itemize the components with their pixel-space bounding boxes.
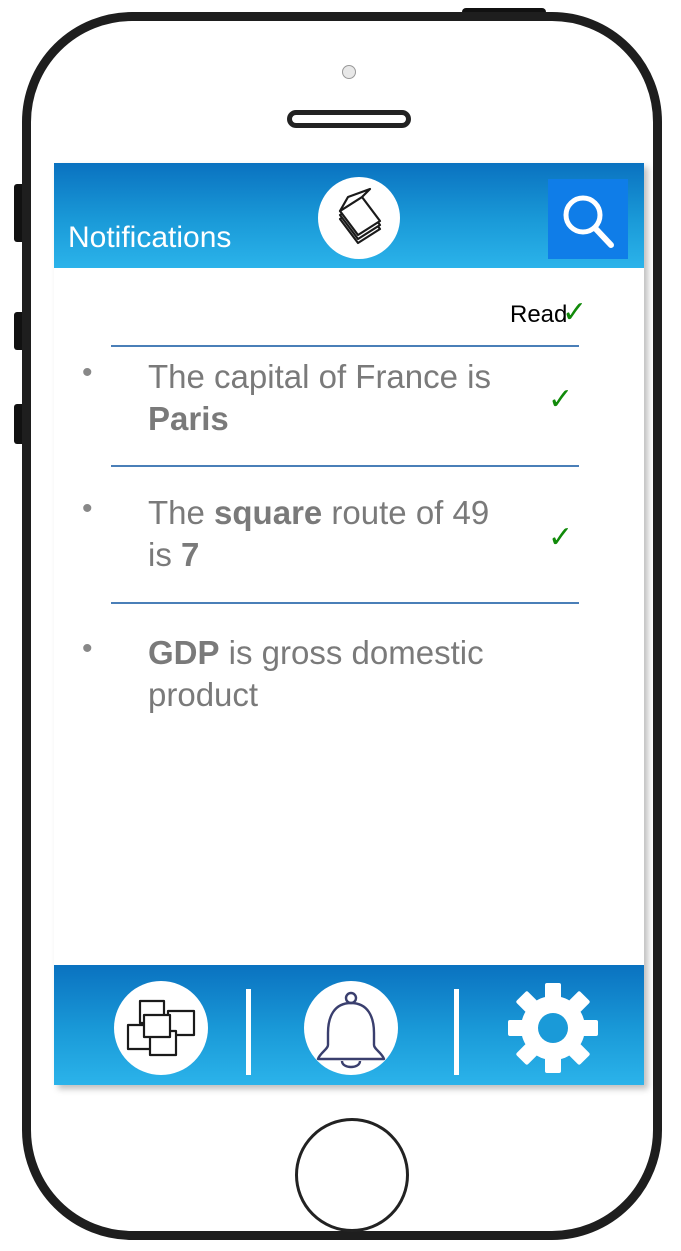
front-camera — [342, 65, 356, 79]
divider — [111, 345, 579, 347]
read-check-icon[interactable]: ✓ — [548, 520, 573, 555]
bell-icon[interactable] — [304, 981, 398, 1075]
search-icon — [563, 195, 614, 248]
bottom-tab-bar — [54, 965, 644, 1085]
sticky-notes-icon[interactable] — [318, 177, 400, 259]
header-bar: Notifications — [54, 163, 644, 268]
divider — [111, 602, 579, 604]
notes-stack-icon[interactable] — [114, 981, 208, 1075]
tab-divider — [454, 989, 459, 1075]
notification-text: The square route of 49 is 7 — [148, 494, 490, 573]
tab-divider — [246, 989, 251, 1075]
divider — [111, 465, 579, 467]
notification-list: Read ✓ • The capital of France is Paris … — [54, 268, 644, 965]
home-button[interactable] — [295, 1118, 409, 1232]
read-check-icon[interactable]: ✓ — [562, 295, 587, 330]
notification-text: The capital of France is Paris — [148, 358, 491, 437]
notification-text: GDP is gross domestic product — [148, 634, 484, 713]
gear-icon[interactable] — [506, 981, 600, 1075]
search-button[interactable] — [548, 179, 628, 259]
phone-screen: Notifications Read ✓ • The capital of Fr… — [54, 163, 644, 1085]
bullet-icon: • — [82, 356, 93, 389]
bullet-icon: • — [82, 492, 93, 525]
read-check-icon[interactable]: ✓ — [548, 382, 573, 417]
page-title: Notifications — [68, 221, 232, 254]
read-label: Read — [510, 301, 568, 328]
bullet-icon: • — [82, 632, 93, 665]
earpiece-speaker — [287, 110, 411, 128]
